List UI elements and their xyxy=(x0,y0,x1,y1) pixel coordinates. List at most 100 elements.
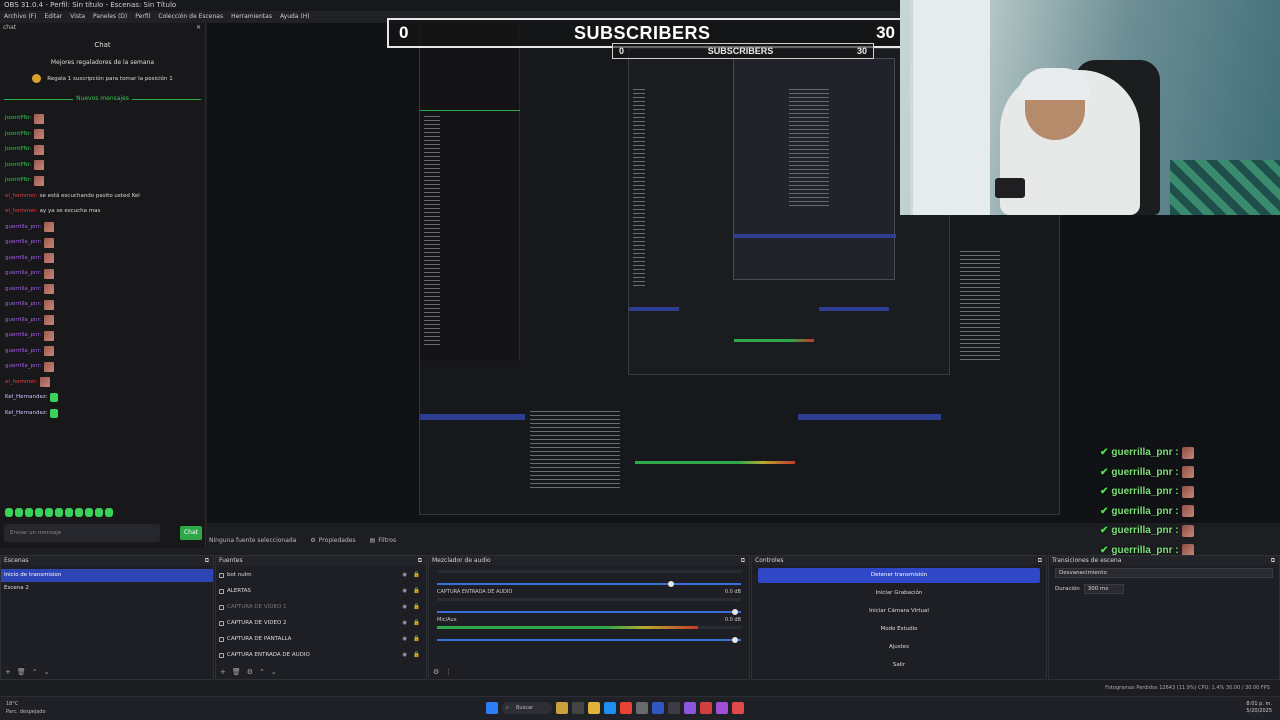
menu-item[interactable]: Herramientas xyxy=(231,11,272,23)
emote-icon[interactable] xyxy=(25,508,33,517)
control-button[interactable]: Ajustes xyxy=(758,640,1040,655)
emote-icon[interactable] xyxy=(15,508,23,517)
file-explorer-icon[interactable] xyxy=(588,702,600,714)
control-button[interactable]: Salir xyxy=(758,658,1040,673)
chat-username[interactable]: el_hemmer: xyxy=(5,375,38,391)
source-item[interactable]: bot nulm ◉ 🔒 xyxy=(216,567,426,583)
more-icon[interactable]: ⋮ xyxy=(445,668,452,676)
chat-username[interactable]: JosmtPNr: xyxy=(5,158,32,174)
menu-item[interactable]: Perfil xyxy=(135,11,150,23)
chat-username[interactable]: guerrilla_pnr: xyxy=(5,344,42,360)
chat-username[interactable]: guerrilla_pnr: xyxy=(5,359,42,375)
chat-username[interactable]: Kel_Hernandez: xyxy=(5,390,48,406)
source-item[interactable]: ALERTAS ◉ 🔒 xyxy=(216,583,426,599)
gift-promo[interactable]: Regala 1 suscripción para tomar la posic… xyxy=(0,74,205,83)
up-icon[interactable]: ⌃ xyxy=(32,668,38,676)
eye-icon[interactable]: ◉ xyxy=(402,567,407,583)
emote-icon[interactable] xyxy=(35,508,43,517)
control-button[interactable]: Iniciar Grabación xyxy=(758,586,1040,601)
lock-icon[interactable]: 🔒 xyxy=(413,567,420,583)
down-icon[interactable]: ⌄ xyxy=(271,668,277,676)
chat-username[interactable]: guerrilla_pnr: xyxy=(5,220,42,236)
undock-icon[interactable]: ⧉ xyxy=(1038,556,1042,565)
lock-icon[interactable]: 🔒 xyxy=(413,583,420,599)
emote-icon[interactable] xyxy=(5,508,13,517)
emote-icon[interactable] xyxy=(95,508,103,517)
trash-icon[interactable]: 🗑 xyxy=(17,668,26,676)
close-icon[interactable]: ✕ xyxy=(196,23,201,33)
source-item[interactable]: CAPTURA DE VIDEO 1 ◉ 🔒 xyxy=(216,599,426,615)
emote-icon[interactable] xyxy=(45,508,53,517)
lock-icon[interactable]: 🔒 xyxy=(413,599,420,615)
chat-username[interactable]: guerrilla_pnr: xyxy=(5,282,42,298)
control-button[interactable]: Iniciar Cámara Virtual xyxy=(758,604,1040,619)
control-button[interactable]: Modo Estudio xyxy=(758,622,1040,637)
volume-slider[interactable] xyxy=(437,637,741,643)
chat-username[interactable]: guerrilla_pnr: xyxy=(5,297,42,313)
undock-icon[interactable]: ⧉ xyxy=(741,556,745,565)
eye-icon[interactable]: ◉ xyxy=(402,631,407,647)
menu-item[interactable]: Colección de Escenas xyxy=(158,11,223,23)
trash-icon[interactable]: 🗑 xyxy=(232,668,241,676)
chat-username[interactable]: el_hemmer: xyxy=(5,189,38,205)
app-icon[interactable] xyxy=(732,702,744,714)
obs-icon[interactable] xyxy=(668,702,680,714)
volume-slider-knob[interactable] xyxy=(668,581,675,587)
gear-icon[interactable]: ⚙ xyxy=(433,668,439,676)
menu-item[interactable]: Paneles (D) xyxy=(93,11,127,23)
properties-button[interactable]: ⚙ Propiedades xyxy=(310,537,355,544)
task-view-icon[interactable] xyxy=(572,702,584,714)
chat-username[interactable]: Kel_Hernandez: xyxy=(5,406,48,422)
chrome-icon[interactable] xyxy=(620,702,632,714)
chat-username[interactable]: guerrilla_pnr: xyxy=(5,266,42,282)
chat-send-button[interactable]: Chat xyxy=(180,526,202,540)
undock-icon[interactable]: ⧉ xyxy=(1271,556,1275,565)
chat-input[interactable]: Enviar un mensaje xyxy=(4,524,160,542)
chat-username[interactable]: JosmtPNr: xyxy=(5,111,32,127)
app-icon[interactable] xyxy=(716,702,728,714)
app-icon[interactable] xyxy=(684,702,696,714)
taskbar-search[interactable]: ⌕ Buscar xyxy=(502,702,552,714)
lock-icon[interactable]: 🔒 xyxy=(413,647,420,663)
volume-slider-knob[interactable] xyxy=(731,609,738,615)
add-icon[interactable]: + xyxy=(220,668,226,676)
emote-icon[interactable] xyxy=(75,508,83,517)
lock-icon[interactable]: 🔒 xyxy=(413,631,420,647)
menu-item[interactable]: Ayuda (H) xyxy=(280,11,310,23)
add-icon[interactable]: + xyxy=(5,668,11,676)
emote-icon[interactable] xyxy=(105,508,113,517)
chat-username[interactable]: JosmtPNr: xyxy=(5,173,32,189)
lock-icon[interactable]: 🔒 xyxy=(413,615,420,631)
transition-type-select[interactable]: Desvanecimiento xyxy=(1055,568,1273,578)
chat-username[interactable]: JosmtPNr: xyxy=(5,142,32,158)
chat-username[interactable]: guerrilla_pnr: xyxy=(5,251,42,267)
word-icon[interactable] xyxy=(652,702,664,714)
windows-start-icon[interactable] xyxy=(486,702,498,714)
emote-icon[interactable] xyxy=(65,508,73,517)
eye-icon[interactable]: ◉ xyxy=(402,647,407,663)
eye-icon[interactable]: ◉ xyxy=(402,583,407,599)
weather-widget[interactable]: 18°C Parc. despejado xyxy=(6,700,46,716)
down-icon[interactable]: ⌄ xyxy=(44,668,50,676)
eye-icon[interactable]: ◉ xyxy=(402,615,407,631)
widgets-icon[interactable] xyxy=(556,702,568,714)
chat-username[interactable]: el_hemmer: xyxy=(5,204,38,220)
gear-icon[interactable]: ⚙ xyxy=(247,668,253,676)
undock-icon[interactable]: ⧉ xyxy=(205,556,209,565)
system-clock[interactable]: 8:01 p. m. 5/20/2025 xyxy=(1246,701,1272,715)
emote-icon[interactable] xyxy=(85,508,93,517)
duration-input[interactable]: 300 ms xyxy=(1083,584,1124,594)
volume-slider[interactable] xyxy=(437,609,741,615)
volume-slider[interactable] xyxy=(437,581,741,587)
filters-button[interactable]: ▤ Filtros xyxy=(370,537,397,544)
source-item[interactable]: CAPTURA DE PANTALLA ◉ 🔒 xyxy=(216,631,426,647)
scene-item[interactable]: Inicio de transmision xyxy=(1,569,213,582)
up-icon[interactable]: ⌃ xyxy=(259,668,265,676)
control-button[interactable]: Detener transmisión xyxy=(758,568,1040,583)
chat-username[interactable]: guerrilla_pnr: xyxy=(5,313,42,329)
menu-item[interactable]: Archivo (F) xyxy=(4,11,36,23)
chat-username[interactable]: JosmtPNr: xyxy=(5,127,32,143)
app-icon[interactable] xyxy=(636,702,648,714)
eye-icon[interactable]: ◉ xyxy=(402,599,407,615)
volume-slider-knob[interactable] xyxy=(731,637,738,643)
